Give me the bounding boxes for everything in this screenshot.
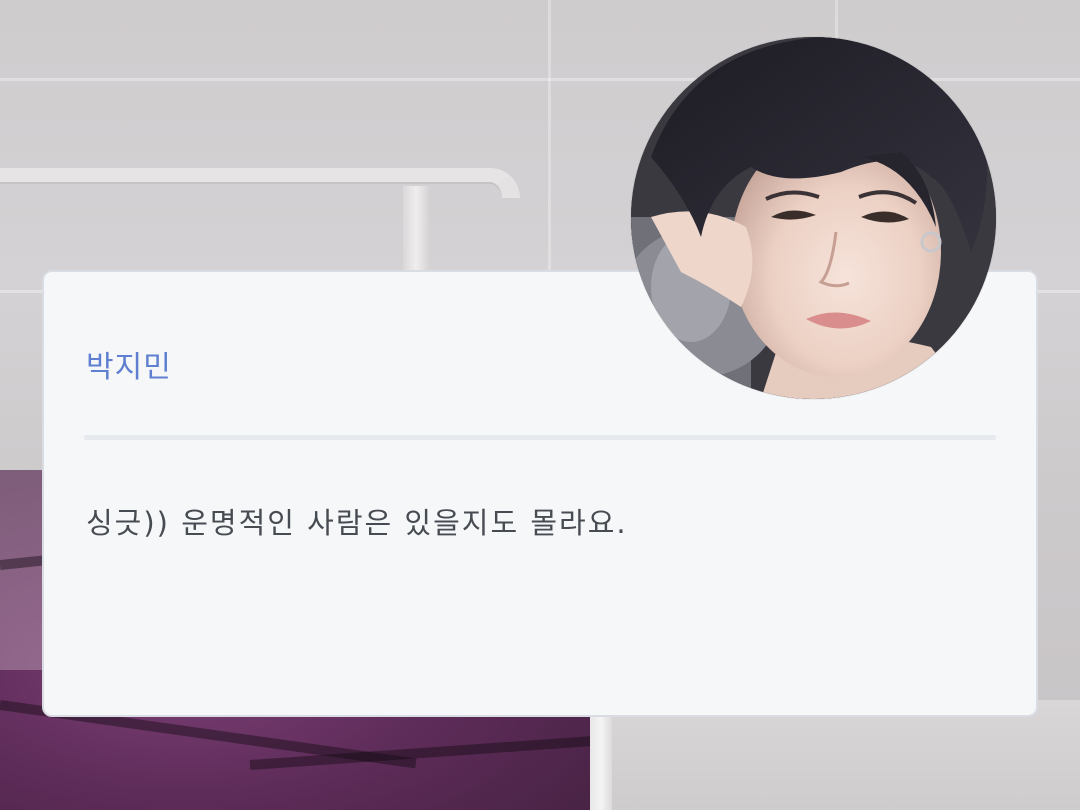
bed-rail-post bbox=[403, 186, 429, 276]
portrait-icon bbox=[631, 37, 996, 399]
character-name: 박지민 bbox=[86, 350, 172, 385]
bed-rail bbox=[0, 168, 520, 198]
divider bbox=[84, 435, 996, 440]
character-avatar bbox=[631, 37, 996, 399]
dialogue-text: 싱긋)) 운명적인 사람은 있을지도 몰라요. bbox=[86, 506, 628, 540]
